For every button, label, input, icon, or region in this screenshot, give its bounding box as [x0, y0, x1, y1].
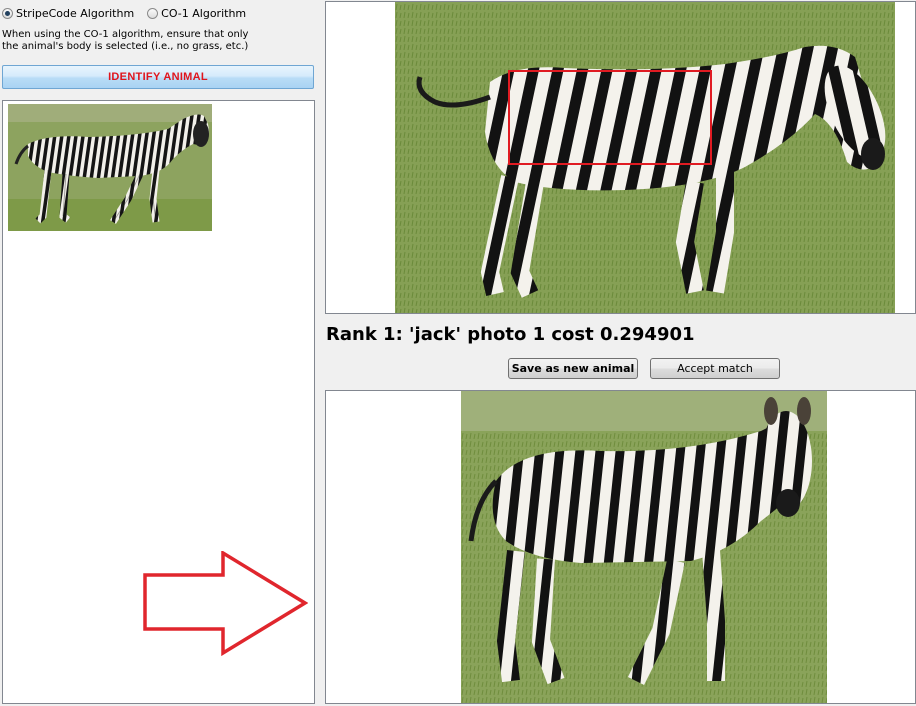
query-zebra-image[interactable]	[395, 2, 895, 313]
stripecode-radio[interactable]	[2, 7, 13, 19]
source-zebra-thumbnail[interactable]	[8, 104, 212, 231]
right-arrow-outline-icon	[143, 551, 308, 656]
stripecode-radio-label[interactable]: StripeCode Algorithm	[16, 7, 134, 20]
hint-line-2: the animal's body is selected (i.e., no …	[2, 41, 249, 52]
co1-radio[interactable]	[147, 7, 159, 19]
algorithm-selector: StripeCode Algorithm CO-1 Algorithm	[2, 5, 259, 21]
accept-match-button[interactable]: Accept match	[650, 358, 780, 379]
co1-radio-label[interactable]: CO-1 Algorithm	[161, 7, 246, 20]
query-image-panel	[325, 1, 916, 314]
match-image-panel	[325, 390, 916, 704]
identify-animal-button[interactable]: IDENTIFY ANIMAL	[2, 65, 314, 89]
save-new-animal-button[interactable]: Save as new animal	[508, 358, 638, 379]
match-zebra-image[interactable]	[461, 391, 827, 703]
source-image-panel	[2, 100, 315, 704]
rank-result-text: Rank 1: 'jack' photo 1 cost 0.294901	[326, 324, 695, 345]
co1-hint-text: When using the CO-1 algorithm, ensure th…	[2, 29, 302, 53]
hint-line-1: When using the CO-1 algorithm, ensure th…	[2, 29, 249, 40]
